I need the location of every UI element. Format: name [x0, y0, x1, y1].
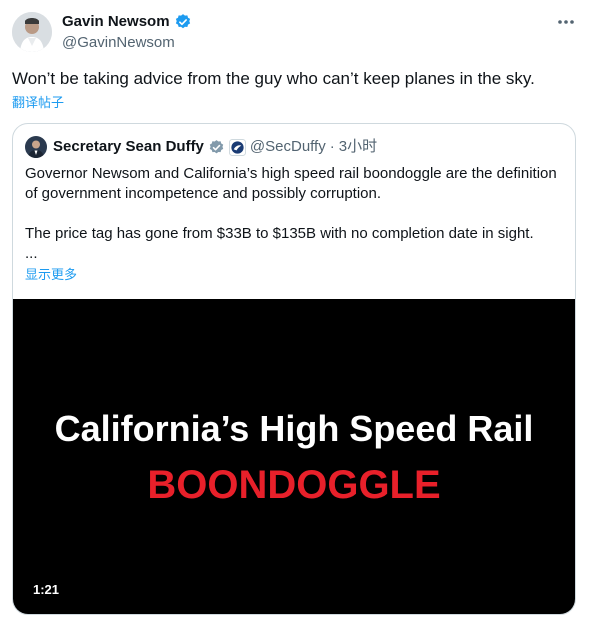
quoted-post-text: Governor Newsom and California’s high sp… — [25, 164, 561, 264]
show-more-link[interactable]: 显示更多 — [25, 264, 77, 283]
author-name[interactable]: Gavin Newsom — [62, 12, 192, 32]
video-subtitle-text: BOONDOGGLE — [147, 463, 441, 507]
verified-badge-icon — [174, 13, 192, 31]
verified-badge-icon — [208, 139, 225, 156]
author-avatar[interactable] — [12, 12, 52, 52]
video-title-text: California’s High Speed Rail — [54, 408, 534, 449]
quoted-post-time[interactable]: 3小时 — [339, 137, 377, 157]
quoted-author-name[interactable]: Secretary Sean Duffy — [53, 137, 204, 157]
author-handle[interactable]: @GavinNewsom — [62, 33, 175, 53]
quoted-paragraph-1: Governor Newsom and California’s high sp… — [25, 165, 557, 202]
video-duration: 1:21 — [33, 582, 60, 597]
more-options-button[interactable] — [554, 12, 578, 32]
video-player[interactable]: California’s High Speed Rail BOONDOGGLE … — [13, 299, 575, 614]
more-options-icon — [558, 20, 574, 24]
dot-seal-icon — [228, 138, 246, 156]
tweet-text: Won’t be taking advice from the guy who … — [12, 69, 535, 88]
author-name-text[interactable]: Gavin Newsom — [62, 12, 170, 32]
quoted-post-header: Secretary Sean Duffy @SecDuffy · 3小时 — [53, 137, 377, 157]
quoted-paragraph-2: The price tag has gone from $33B to $135… — [25, 225, 534, 242]
quoted-ellipsis: ... — [25, 245, 38, 262]
quoted-post-card[interactable]: Secretary Sean Duffy @SecDuffy · 3小时 Gov… — [12, 123, 576, 615]
meta-separator: · — [329, 138, 335, 155]
quoted-author-handle[interactable]: @SecDuffy — [250, 137, 326, 157]
translate-post-link[interactable]: 翻译帖子 — [12, 92, 64, 111]
quoted-author-avatar[interactable] — [25, 136, 47, 158]
